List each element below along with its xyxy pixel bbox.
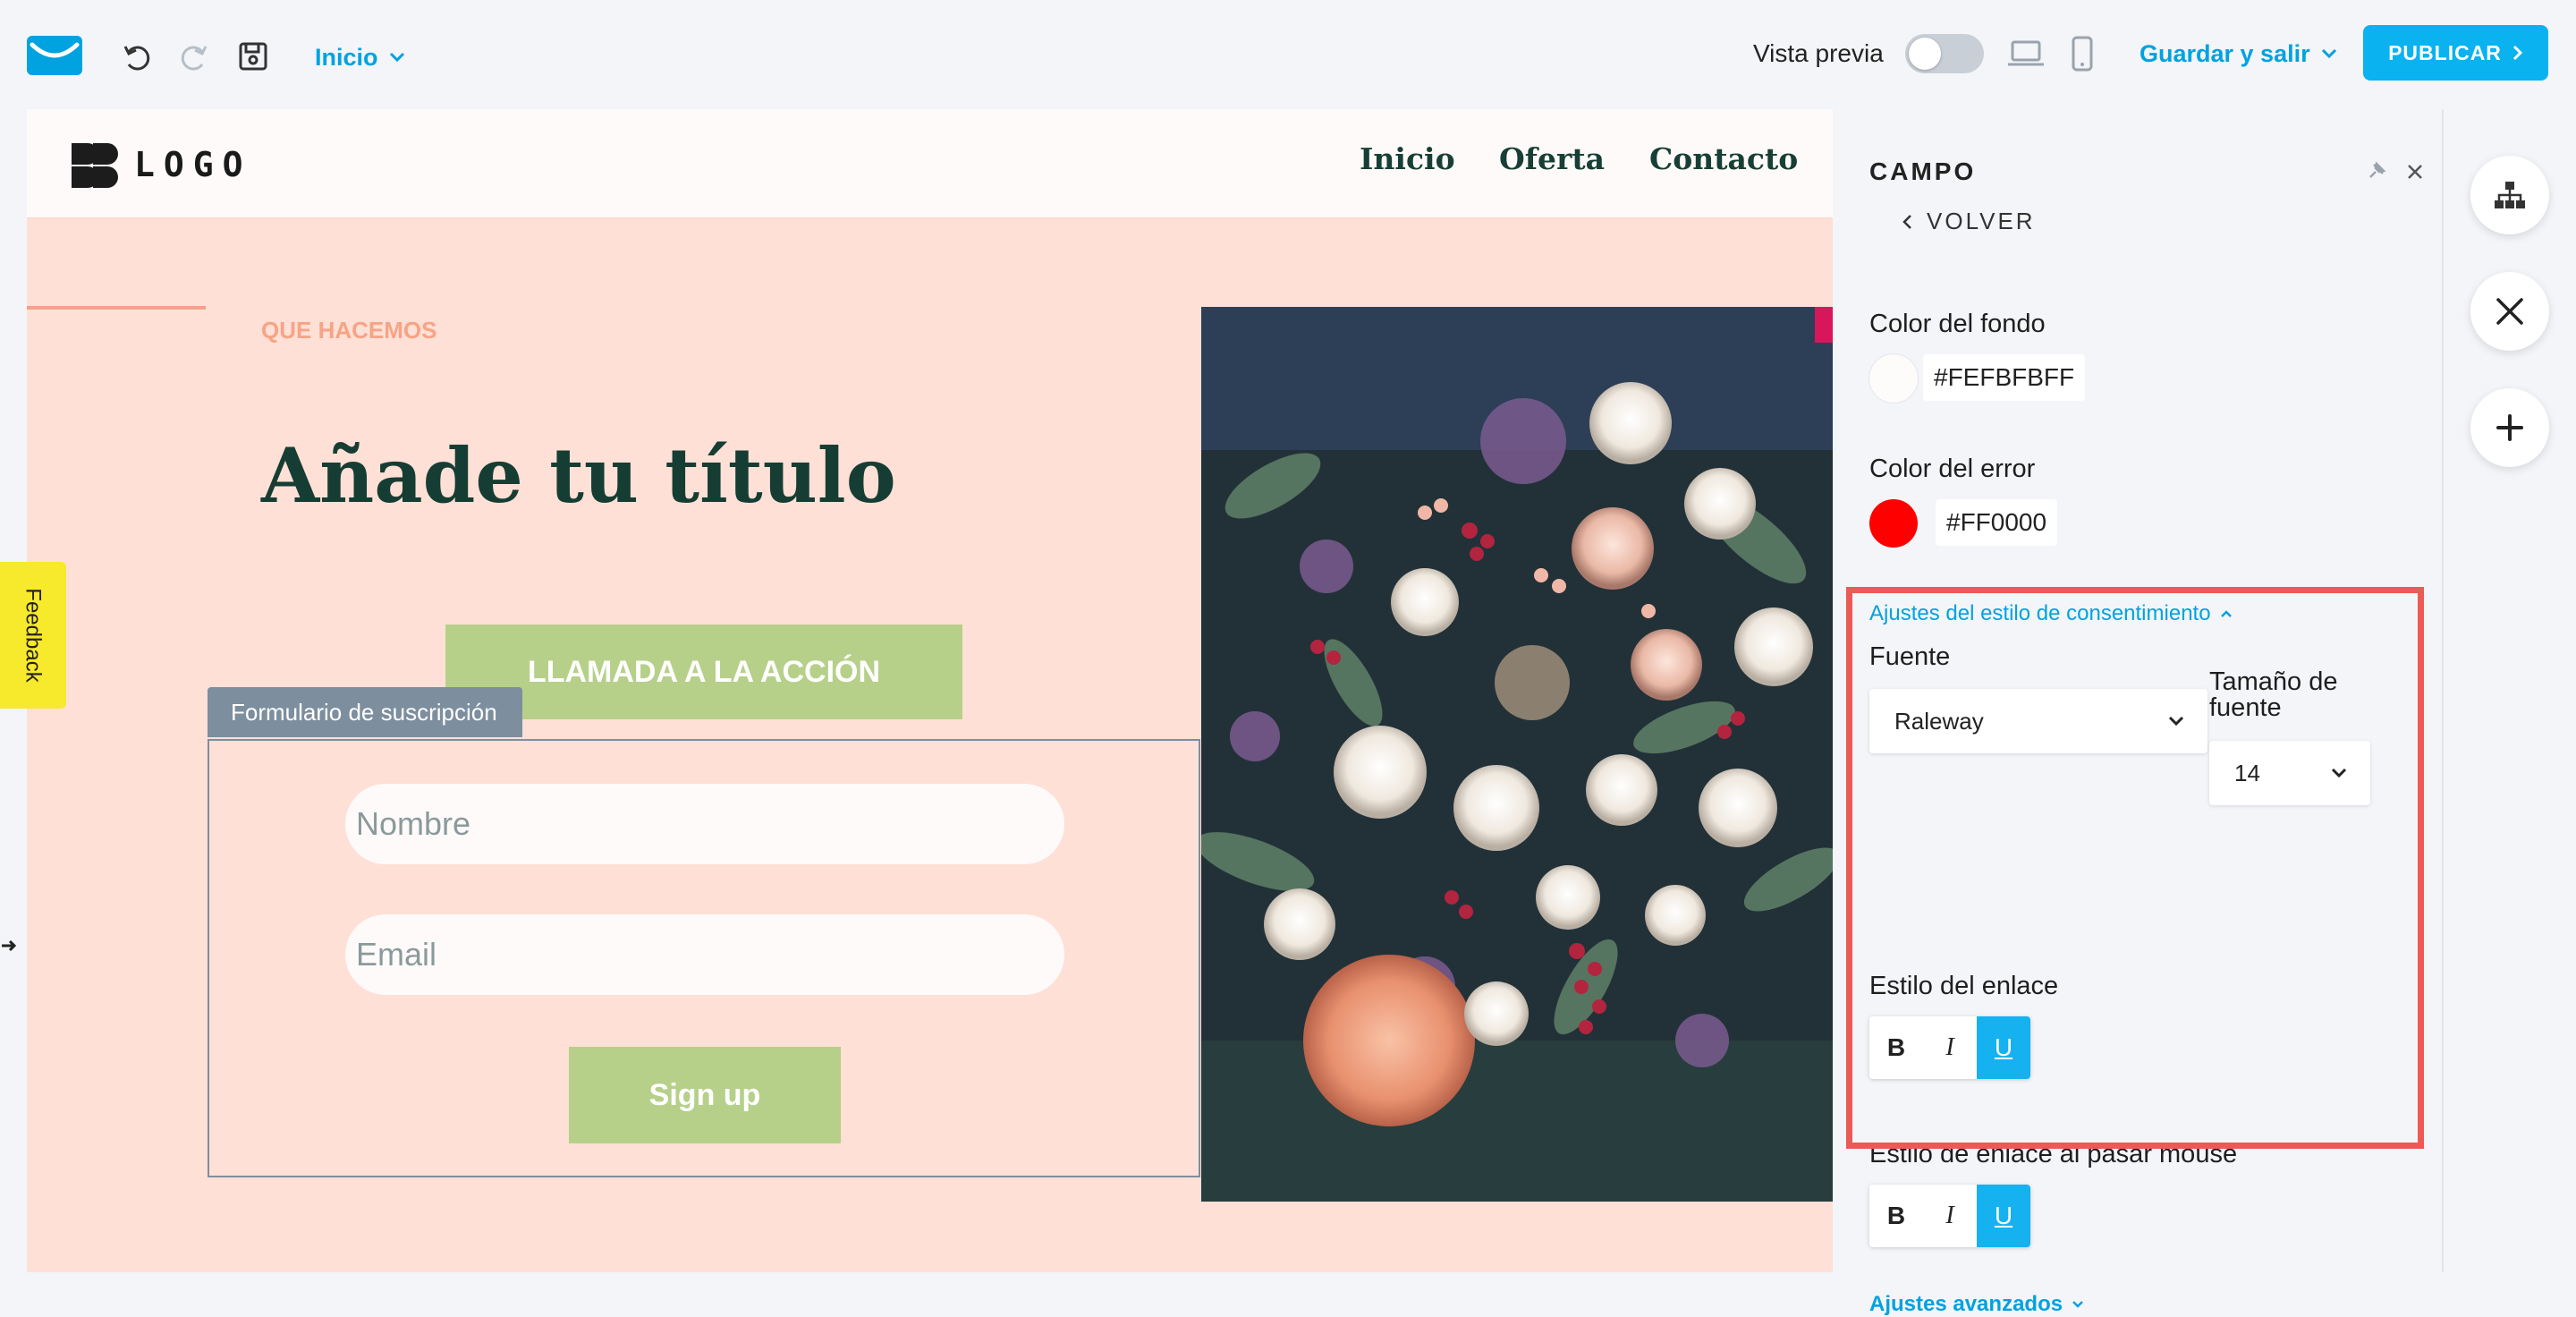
feedback-tab[interactable]: Feedback <box>0 562 66 709</box>
publish-button[interactable]: PUBLICAR <box>2363 25 2548 81</box>
top-toolbar: Inicio Vista previa Guardar y salir PUBL… <box>0 0 2576 109</box>
hero-title[interactable]: Añade tu título <box>261 431 896 520</box>
redo-icon[interactable] <box>177 41 209 73</box>
page-selector-label: Inicio <box>315 43 378 71</box>
resize-arrow-icon[interactable] <box>0 938 16 954</box>
add-element-button[interactable] <box>2470 388 2549 467</box>
save-and-exit-label: Guardar y salir <box>2140 39 2310 67</box>
background-color-hex[interactable]: #FEFBFBFF <box>1923 354 2086 401</box>
flower-bouquet-image[interactable] <box>1201 307 1833 1202</box>
nav-item-inicio[interactable]: Inicio <box>1360 141 1455 176</box>
error-color-hex[interactable]: #FF0000 <box>1936 499 2058 546</box>
mobile-icon[interactable] <box>2072 36 2093 72</box>
tools-icon <box>2495 296 2525 327</box>
signup-button[interactable]: Sign up <box>569 1047 841 1143</box>
nav-item-contacto[interactable]: Contacto <box>1649 141 1798 176</box>
panel-title: CAMPO <box>1869 157 1977 185</box>
accent-line <box>27 306 206 310</box>
sitemap-button[interactable] <box>2470 156 2549 234</box>
hover-bold-button[interactable]: B <box>1869 1185 1923 1247</box>
logo-text: LOGO <box>134 145 252 184</box>
close-icon[interactable] <box>2406 163 2424 181</box>
logo-mark-icon <box>72 143 120 188</box>
chevron-down-icon <box>2072 1300 2084 1309</box>
chevron-left-icon <box>1902 214 1912 230</box>
save-and-exit-button[interactable]: Guardar y salir <box>2140 36 2337 72</box>
site-header[interactable]: LOGO Inicio Oferta Contacto <box>27 109 1833 217</box>
highlight-frame <box>1846 587 2424 1149</box>
background-color-swatch[interactable] <box>1869 354 1918 403</box>
cta-button[interactable]: LLAMADA A LA ACCIÓN <box>445 625 962 719</box>
publish-label: PUBLICAR <box>2388 40 2502 64</box>
getresponse-logo-icon[interactable] <box>27 36 82 75</box>
name-placeholder: Nombre <box>356 805 471 842</box>
sitemap-icon <box>2494 181 2526 209</box>
chevron-down-icon <box>2321 48 2337 59</box>
hover-style-buttons: B I U <box>1869 1185 2030 1247</box>
preview-label: Vista previa <box>1753 39 1884 67</box>
back-button[interactable]: VOLVER <box>1902 208 2036 235</box>
plus-icon <box>2496 413 2524 442</box>
name-input[interactable]: Nombre <box>345 784 1064 864</box>
error-color-swatch[interactable] <box>1869 499 1918 548</box>
editor-canvas: LOGO Inicio Oferta Contacto QUE HACEMOS … <box>27 109 1833 1272</box>
hover-underline-button[interactable]: U <box>1977 1185 2030 1247</box>
error-color-label: Color del error <box>1869 455 2036 483</box>
chevron-down-icon <box>389 52 405 63</box>
section-kicker[interactable]: QUE HACEMOS <box>261 317 436 344</box>
pin-icon[interactable] <box>2367 161 2386 181</box>
email-placeholder: Email <box>356 936 437 973</box>
tools-button[interactable] <box>2470 272 2549 351</box>
background-color-label: Color del fondo <box>1869 310 2046 338</box>
chevron-right-icon <box>2512 45 2523 61</box>
undo-icon[interactable] <box>122 41 154 73</box>
hover-italic-button[interactable]: I <box>1923 1185 1977 1247</box>
email-input[interactable]: Email <box>345 914 1064 995</box>
save-icon[interactable] <box>238 41 268 72</box>
nav-item-oferta[interactable]: Oferta <box>1499 141 1605 176</box>
back-label: VOLVER <box>1927 208 2036 234</box>
feedback-label: Feedback <box>21 588 46 683</box>
advanced-settings-label: Ajustes avanzados <box>1869 1292 2063 1316</box>
preview-toggle[interactable] <box>1905 34 1984 73</box>
page-selector[interactable]: Inicio <box>315 39 405 75</box>
desktop-icon[interactable] <box>2007 39 2045 68</box>
advanced-settings-toggle[interactable]: Ajustes avanzados <box>1869 1292 2084 1317</box>
subscription-form-tag[interactable]: Formulario de suscripción <box>208 687 522 737</box>
